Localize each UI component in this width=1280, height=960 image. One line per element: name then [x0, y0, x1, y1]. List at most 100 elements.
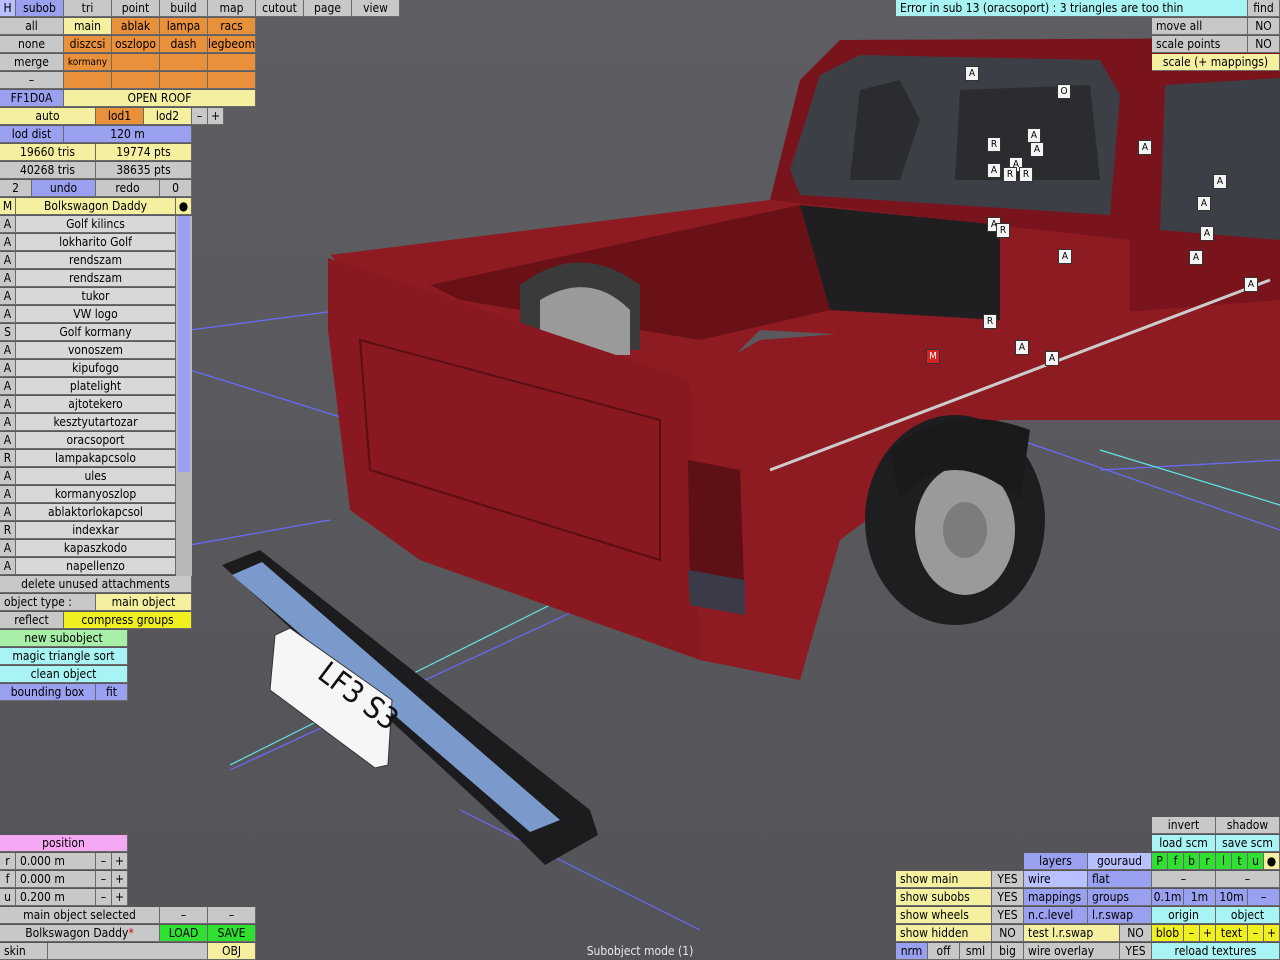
dash-button[interactable]: –	[208, 907, 256, 924]
viewport-3d[interactable]: LF3 S3	[0, 0, 1280, 960]
select-all-button[interactable]: all	[0, 18, 64, 35]
object-type-value[interactable]: main object	[96, 594, 192, 611]
attachment-marker-a[interactable]: A	[1244, 277, 1258, 292]
show-subobs-button[interactable]: show subobs	[896, 889, 992, 906]
show-main-value[interactable]: YES	[992, 871, 1024, 888]
subobject-type[interactable]: A	[0, 342, 16, 359]
attachment-marker-a[interactable]: A	[1197, 196, 1211, 211]
subobject-type[interactable]: A	[0, 540, 16, 557]
gouraud-button[interactable]: gouraud	[1088, 853, 1152, 870]
subobject-item[interactable]: VW logo	[16, 306, 176, 323]
magic-triangle-sort-button[interactable]: magic triangle sort	[0, 648, 128, 665]
test-lrswap-button[interactable]: test l.r.swap	[1024, 925, 1120, 942]
dist-1m-button[interactable]: 1m	[1184, 889, 1216, 906]
subobject-type[interactable]: A	[0, 216, 16, 233]
subobject-type[interactable]: A	[0, 234, 16, 251]
dash-button[interactable]: –	[0, 72, 64, 89]
subobject-type[interactable]: A	[0, 468, 16, 485]
show-main-button[interactable]: show main	[896, 871, 992, 888]
pos-r-minus[interactable]: –	[96, 853, 112, 870]
text-button[interactable]: text	[1216, 925, 1248, 942]
attachment-marker-r[interactable]: R	[1019, 167, 1033, 182]
attachment-marker-a[interactable]: A	[1213, 174, 1227, 189]
group-lampa[interactable]: lampa	[160, 18, 208, 35]
menu-subob[interactable]: subob	[16, 0, 64, 17]
skin-field[interactable]	[48, 943, 208, 960]
subobject-item[interactable]: ajtotekero	[16, 396, 176, 413]
group-empty[interactable]	[64, 72, 112, 89]
view-b[interactable]: b	[1184, 853, 1200, 870]
lod-auto-button[interactable]: auto	[0, 108, 96, 125]
load-button[interactable]: LOAD	[160, 925, 208, 942]
redo-button[interactable]: redo	[96, 180, 160, 197]
attachment-marker-a[interactable]: A	[987, 163, 1001, 178]
subobject-type[interactable]: A	[0, 432, 16, 449]
show-wheels-value[interactable]: YES	[992, 907, 1024, 924]
clean-object-button[interactable]: clean object	[0, 666, 128, 683]
menu-build[interactable]: build	[160, 0, 208, 17]
dash-button[interactable]: –	[1152, 871, 1216, 888]
blob-button[interactable]: blob	[1152, 925, 1184, 942]
subobject-item[interactable]: kipufogo	[16, 360, 176, 377]
group-main[interactable]: main	[64, 18, 112, 35]
subobject-item[interactable]: kormanyoszlop	[16, 486, 176, 503]
merge-button[interactable]: merge	[0, 54, 64, 71]
text-plus[interactable]: +	[1264, 925, 1280, 942]
pos-r-plus[interactable]: +	[112, 853, 128, 870]
lod2-button[interactable]: lod2	[144, 108, 192, 125]
pos-u-value[interactable]: 0.200 m	[16, 889, 96, 906]
group-dash[interactable]: dash	[160, 36, 208, 53]
save-button[interactable]: SAVE	[208, 925, 256, 942]
blob-plus[interactable]: +	[1200, 925, 1216, 942]
subobject-type[interactable]: S	[0, 324, 16, 341]
groups-button[interactable]: groups	[1088, 889, 1152, 906]
lod1-button[interactable]: lod1	[96, 108, 144, 125]
color-code[interactable]: FF1D0A	[0, 90, 64, 107]
subobject-item[interactable]: kapaszkodo	[16, 540, 176, 557]
attachment-marker-a[interactable]: A	[1045, 351, 1059, 366]
view-p[interactable]: P	[1152, 853, 1168, 870]
mappings-button[interactable]: mappings	[1024, 889, 1088, 906]
show-hidden-value[interactable]: NO	[992, 925, 1024, 942]
off-button[interactable]: off	[928, 943, 960, 960]
scale-mappings-button[interactable]: scale (+ mappings)	[1152, 54, 1280, 71]
save-scm-button[interactable]: save scm	[1216, 835, 1280, 852]
group-diszcsi[interactable]: diszcsi	[64, 36, 112, 53]
subobject-item[interactable]: tukor	[16, 288, 176, 305]
dash-button[interactable]: –	[160, 907, 208, 924]
model-dot[interactable]: ●	[176, 198, 192, 215]
dist-01m-button[interactable]: 0.1m	[1152, 889, 1184, 906]
origin-button[interactable]: origin	[1152, 907, 1216, 924]
subobject-item[interactable]: oracsoport	[16, 432, 176, 449]
scale-points-button[interactable]: scale points	[1152, 36, 1248, 53]
menu-cutout[interactable]: cutout	[256, 0, 304, 17]
subobject-type[interactable]: A	[0, 270, 16, 287]
subobject-type[interactable]: R	[0, 522, 16, 539]
lod-dist-value[interactable]: 120 m	[64, 126, 192, 143]
attachment-marker-a[interactable]: A	[1138, 140, 1152, 155]
attachment-marker-a[interactable]: A	[965, 66, 979, 81]
subobject-item[interactable]: lokharito Golf	[16, 234, 176, 251]
load-scm-button[interactable]: load scm	[1152, 835, 1216, 852]
group-empty[interactable]	[208, 72, 256, 89]
wire-overlay-button[interactable]: wire overlay	[1024, 943, 1120, 960]
undo-button[interactable]: undo	[32, 180, 96, 197]
subobject-item[interactable]: lampakapcsolo	[16, 450, 176, 467]
compress-groups-button[interactable]: compress groups	[64, 612, 192, 629]
dist-minus-button[interactable]: –	[1248, 889, 1280, 906]
subobject-item[interactable]: Golf kormany	[16, 324, 176, 341]
attachment-marker-m[interactable]: M	[926, 349, 940, 364]
subobject-type[interactable]: A	[0, 252, 16, 269]
subobject-type[interactable]: A	[0, 306, 16, 323]
subobject-item[interactable]: indexkar	[16, 522, 176, 539]
new-subobject-button[interactable]: new subobject	[0, 630, 128, 647]
subobject-type[interactable]: A	[0, 486, 16, 503]
pos-u-plus[interactable]: +	[112, 889, 128, 906]
view-t[interactable]: t	[1232, 853, 1248, 870]
dist-10m-button[interactable]: 10m	[1216, 889, 1248, 906]
group-oszlopo[interactable]: oszlopo	[112, 36, 160, 53]
shadow-button[interactable]: shadow	[1216, 817, 1280, 834]
group-legbeom[interactable]: legbeom	[208, 36, 256, 53]
list-scrollbar-thumb[interactable]	[178, 216, 190, 472]
subobject-type[interactable]: R	[0, 450, 16, 467]
